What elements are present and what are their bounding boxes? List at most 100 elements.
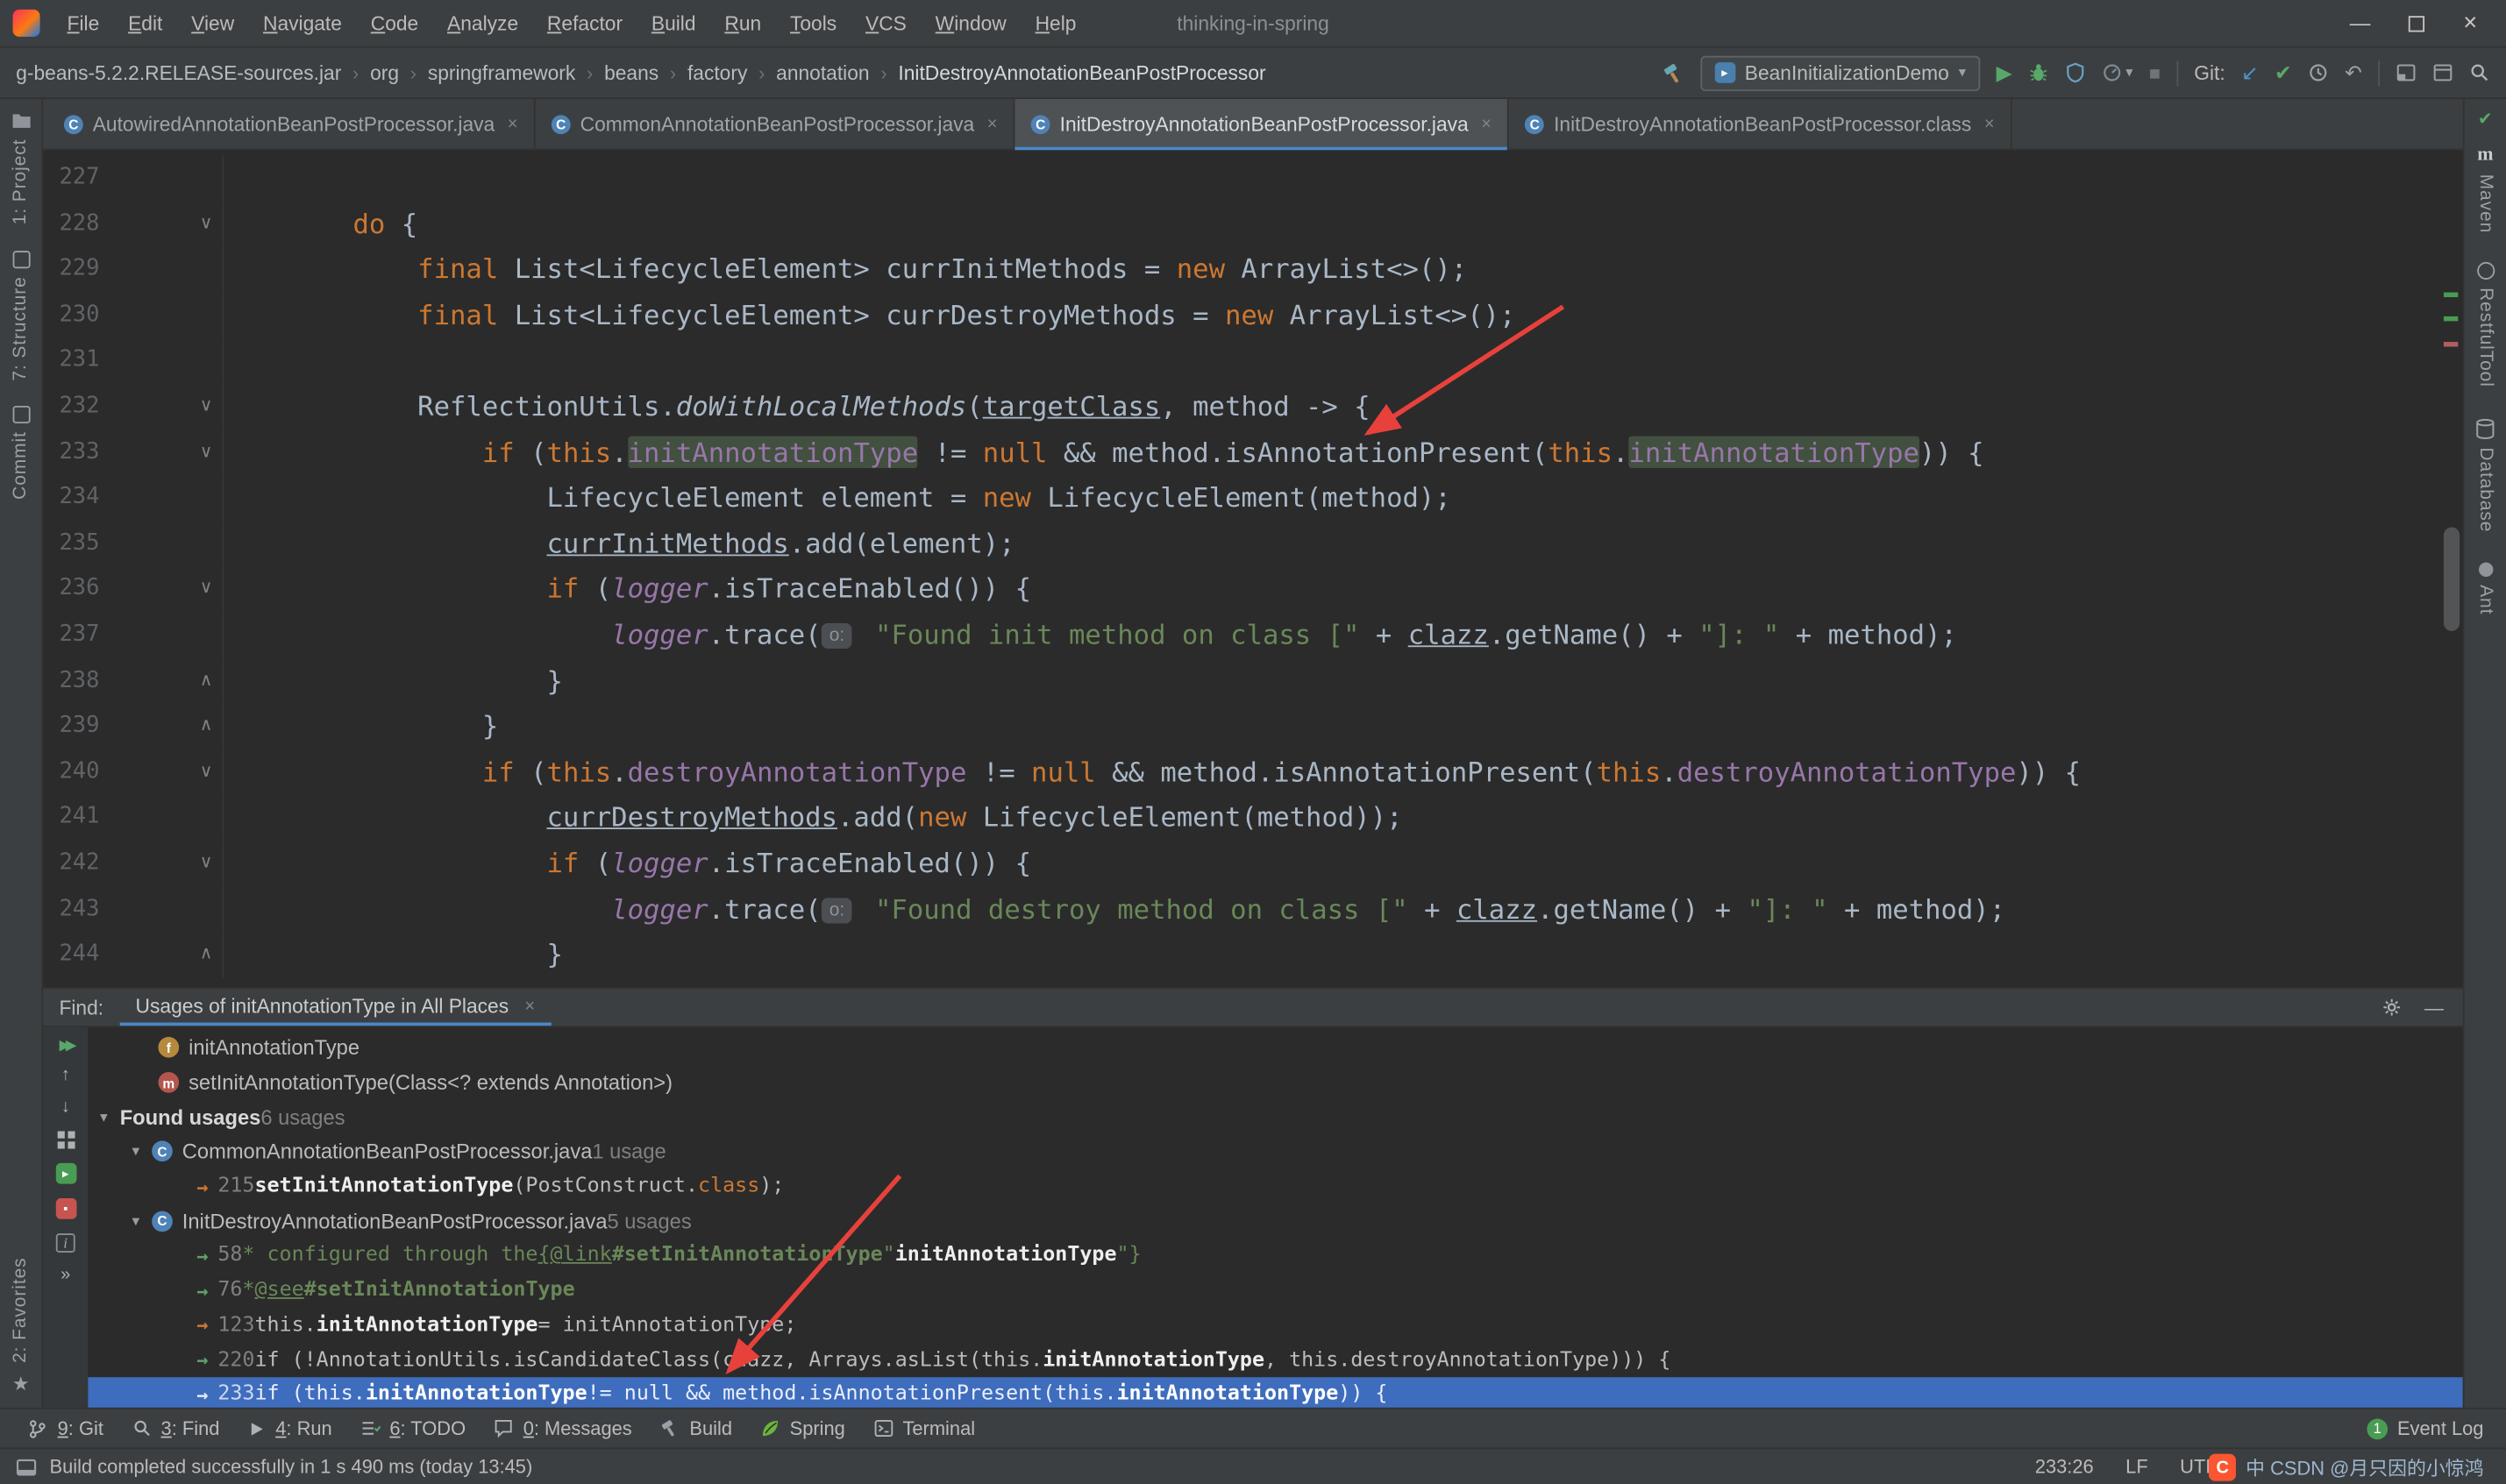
breadcrumb-item[interactable]: factory	[687, 61, 747, 84]
run-configuration-select[interactable]: ▸ BeanInitializationDemo ▾	[1700, 55, 1981, 90]
commit-icon[interactable]	[12, 406, 30, 423]
navigate-source-icon[interactable]: ▸	[55, 1163, 76, 1184]
find-result-row[interactable]: →76 * @see #setInitAnnotationType	[88, 1273, 2463, 1308]
maven-icon[interactable]: m	[2477, 142, 2493, 166]
event-log-button[interactable]: 1 Event Log	[2367, 1417, 2493, 1440]
stop-button[interactable]: ■	[2149, 63, 2161, 82]
find-result-row[interactable]: ▼CCommonAnnotationBeanPostProcessor.java…	[88, 1134, 2463, 1169]
stripe-button-favorites[interactable]: 2: Favorites	[11, 1257, 31, 1362]
stripe-button-commit[interactable]: Commit	[11, 431, 31, 500]
stop-search-icon[interactable]: ▪	[55, 1198, 76, 1219]
find-result-row[interactable]: ▼CInitDestroyAnnotationBeanPostProcessor…	[88, 1204, 2463, 1239]
project-folder-icon[interactable]	[11, 112, 32, 130]
stripe-button-ant[interactable]: Ant	[2475, 584, 2495, 614]
search-everywhere-icon[interactable]	[2469, 62, 2490, 83]
find-result-row-selected[interactable]: →233 if (this.initAnnotationType != null…	[88, 1377, 2463, 1408]
menu-tools[interactable]: Tools	[776, 7, 851, 39]
editor-tab[interactable]: CInitDestroyAnnotationBeanPostProcessor.…	[1509, 99, 2012, 149]
menu-navigate[interactable]: Navigate	[249, 7, 357, 39]
toolwindow-button-run[interactable]: 4: Run	[234, 1414, 346, 1443]
ant-icon[interactable]	[2478, 562, 2492, 576]
fold-marker-icon[interactable]: ∨	[200, 430, 213, 475]
build-hammer-icon[interactable]	[1662, 61, 1684, 84]
previous-occurrence-icon[interactable]: ↑	[61, 1068, 70, 1085]
menu-refactor[interactable]: Refactor	[533, 7, 637, 39]
profiler-gauge-icon[interactable]: ▾	[2102, 62, 2133, 83]
tab-close-icon[interactable]: ×	[1481, 114, 1491, 133]
fold-marker-icon[interactable]: ∨	[200, 566, 213, 612]
line-ending[interactable]: LF	[2125, 1455, 2148, 1478]
hide-windows-icon[interactable]	[2432, 62, 2453, 83]
fold-marker-icon[interactable]: ∨	[200, 841, 213, 886]
tab-close-icon[interactable]: ×	[987, 114, 998, 133]
find-result-row[interactable]: →215 setInitAnnotationType(PostConstruct…	[88, 1169, 2463, 1204]
toolwindow-button-build[interactable]: Build	[646, 1414, 746, 1443]
find-results-tab[interactable]: Usages of initAnnotationType in All Plac…	[119, 989, 551, 1026]
rollback-icon[interactable]: ↶	[2345, 62, 2362, 83]
code-editor[interactable]: 227228∨ do {229 final List<LifecycleElem…	[43, 150, 2463, 987]
menu-run[interactable]: Run	[710, 7, 776, 39]
stripe-button-database[interactable]: Database	[2475, 448, 2495, 533]
editor-tab[interactable]: CCommonAnnotationBeanPostProcessor.java×	[536, 99, 1015, 149]
stripe-button-restfultool[interactable]: RestfulTool	[2475, 288, 2495, 387]
update-project-icon[interactable]: ↙	[2241, 62, 2259, 83]
tree-expand-chevron-icon[interactable]: ▼	[97, 1110, 120, 1124]
preview-info-icon[interactable]: i	[56, 1233, 75, 1253]
minimize-icon[interactable]: —	[2350, 13, 2371, 34]
commit-check-icon[interactable]: ✔	[2275, 62, 2292, 83]
tree-expand-chevron-icon[interactable]: ▼	[130, 1214, 153, 1228]
toolwindow-switcher-icon[interactable]	[16, 1458, 37, 1475]
next-occurrence-icon[interactable]: ↓	[61, 1099, 70, 1117]
database-icon[interactable]	[2475, 419, 2495, 440]
fold-marker-icon[interactable]: ∨	[200, 201, 213, 246]
menu-vcs[interactable]: VCS	[851, 7, 922, 39]
close-icon[interactable]: ×	[2463, 11, 2477, 35]
find-result-row[interactable]: msetInitAnnotationType(Class<? extends A…	[88, 1065, 2463, 1100]
rerun-search-icon[interactable]: ▶▶	[60, 1039, 72, 1053]
hide-panel-icon[interactable]: —	[2424, 996, 2444, 1019]
toolwindow-button-spring[interactable]: Spring	[746, 1414, 859, 1443]
breadcrumb-item[interactable]: InitDestroyAnnotationBeanPostProcessor	[898, 61, 1265, 84]
more-options-icon[interactable]: »	[61, 1267, 70, 1284]
fold-marker-icon[interactable]: ∧	[200, 932, 213, 977]
toolwindow-button-messages[interactable]: 0: Messages	[480, 1414, 646, 1443]
breadcrumb-item[interactable]: org	[370, 61, 399, 84]
structure-icon[interactable]	[12, 250, 30, 267]
find-result-row[interactable]: →123 this.initAnnotationType = initAnnot…	[88, 1308, 2463, 1343]
find-result-row[interactable]: →220 if (!AnnotationUtils.isCandidateCla…	[88, 1342, 2463, 1377]
breadcrumb-item[interactable]: annotation	[776, 61, 869, 84]
coverage-shield-icon[interactable]	[2065, 62, 2086, 83]
menu-help[interactable]: Help	[1021, 7, 1091, 39]
editor-scrollbar[interactable]	[2444, 527, 2460, 630]
menu-code[interactable]: Code	[356, 7, 432, 39]
toolwindow-button-find[interactable]: 3: Find	[117, 1414, 234, 1443]
breadcrumb-item[interactable]: g-beans-5.2.2.RELEASE-sources.jar	[16, 61, 341, 84]
menu-window[interactable]: Window	[921, 7, 1021, 39]
fold-marker-icon[interactable]: ∨	[200, 749, 213, 794]
fold-marker-icon[interactable]: ∨	[200, 383, 213, 429]
restfultool-icon[interactable]	[2476, 262, 2494, 280]
toolwindow-button-todo[interactable]: 6: TODO	[346, 1414, 480, 1443]
settings-gear-icon[interactable]	[2381, 997, 2403, 1018]
menu-analyze[interactable]: Analyze	[433, 7, 533, 39]
stripe-button-project[interactable]: 1: Project	[11, 139, 31, 225]
toolwindow-button-git[interactable]: 9: Git	[13, 1414, 118, 1443]
tab-close-icon[interactable]: ×	[1984, 114, 1995, 133]
editor-tab[interactable]: CInitDestroyAnnotationBeanPostProcessor.…	[1015, 99, 1509, 149]
history-clock-icon[interactable]	[2308, 62, 2329, 83]
favorites-star-icon[interactable]: ★	[12, 1373, 30, 1395]
menu-edit[interactable]: Edit	[114, 7, 177, 39]
menu-file[interactable]: File	[53, 7, 114, 39]
breadcrumb-item[interactable]: springframework	[428, 61, 575, 84]
restore-layout-icon[interactable]	[2396, 62, 2417, 83]
run-button[interactable]: ▶	[1997, 62, 2012, 83]
caret-position[interactable]: 233:26	[2035, 1455, 2094, 1478]
maximize-icon[interactable]	[2409, 15, 2424, 31]
menu-build[interactable]: Build	[637, 7, 710, 39]
find-result-row[interactable]: finitAnnotationType	[88, 1031, 2463, 1066]
tree-expand-chevron-icon[interactable]: ▼	[130, 1145, 153, 1159]
tab-close-icon[interactable]: ×	[508, 114, 518, 133]
fold-marker-icon[interactable]: ∧	[200, 703, 213, 749]
find-result-row[interactable]: →58 * configured through the {@link #set…	[88, 1239, 2463, 1274]
editor-tab[interactable]: CAutowiredAnnotationBeanPostProcessor.ja…	[48, 99, 536, 149]
